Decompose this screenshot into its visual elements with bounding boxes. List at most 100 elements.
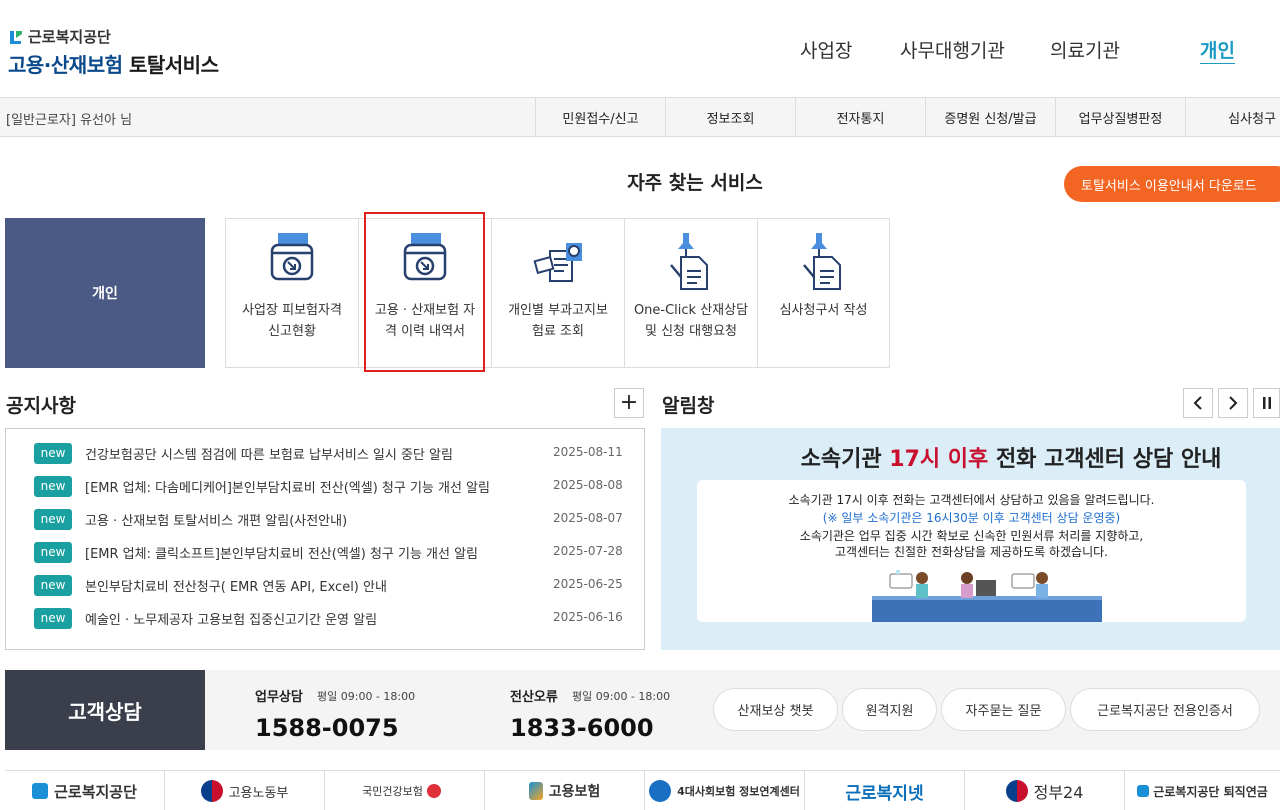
alarm-next-button[interactable] <box>1218 388 1248 418</box>
submenu-appeal[interactable]: 심사청구 <box>1185 98 1280 136</box>
user-info: [일반근로자] 유선아 님 <box>6 109 132 128</box>
alarm-line-note: (※ 일부 소속기관은 16시30분 이후 고객센터 상담 운영중) <box>822 511 1121 525</box>
document-pin-icon <box>794 229 854 293</box>
logo-employment-insurance[interactable]: 고용보험 <box>485 771 645 810</box>
notices-more-button[interactable]: + <box>614 388 644 418</box>
taegeuk-icon <box>1005 780 1028 802</box>
notice-list: new 건강보험공단 시스템 점검에 따른 보험료 납부서비스 일시 중단 알림… <box>5 428 645 650</box>
service-card-eligibility-history[interactable]: 고용 · 산재보험 자 격 이력 내역서 <box>358 218 492 368</box>
notice-date: 2025-07-28 <box>553 544 623 558</box>
ei-mark-icon <box>528 782 543 800</box>
alarm-pause-button[interactable] <box>1253 388 1280 418</box>
new-badge: new <box>34 608 72 629</box>
service-category-personal[interactable]: 개인 <box>5 218 205 368</box>
it-error-phone[interactable]: 1833-6000 <box>510 714 654 742</box>
notice-date: 2025-06-16 <box>553 610 623 624</box>
service-card-premium-lookup[interactable]: 개인별 부과고지보 험료 조회 <box>491 218 625 368</box>
logo-kcomwel-text: 근로복지공단 <box>54 782 137 801</box>
work-consult-hours: 평일 09:00 - 18:00 <box>317 690 416 703</box>
pause-icon <box>1262 397 1271 409</box>
service-label-line2: 험료 조회 <box>532 324 584 339</box>
work-consult-label: 업무상담 <box>255 690 303 705</box>
service-label-line1: 개인별 부과고지보 <box>508 303 608 318</box>
nav-medical[interactable]: 의료기관 <box>1050 36 1120 63</box>
logo-welfare-net[interactable]: 근로복지넷 <box>805 771 965 810</box>
logo-nhis[interactable]: 국민건강보험 <box>325 771 485 810</box>
notice-text[interactable]: 고용 · 산재보험 토탈서비스 개편 알림(사전안내) <box>85 510 347 529</box>
logo-moel[interactable]: 고용노동부 <box>165 771 325 810</box>
notice-date: 2025-08-11 <box>553 445 623 459</box>
service-label-line1: 사업장 피보험자격 <box>242 303 342 318</box>
it-error-label: 전산오류 <box>510 690 558 705</box>
alarm-line: 소속기관은 업무 집중 시간 확보로 신속한 민원서류 처리를 지향하고, <box>799 529 1144 543</box>
it-error-hours: 평일 09:00 - 18:00 <box>572 690 671 703</box>
taegeuk-icon <box>200 780 223 802</box>
alarm-banner[interactable]: 소속기관 17시 이후 전화 고객센터 상담 안내 소속기관 17시 이후 전화… <box>661 428 1280 650</box>
alarm-prev-button[interactable] <box>1183 388 1213 418</box>
header: 근로복지공단 고용·산재보험 토탈서비스 사업장 사무대행기관 의료기관 개인 <box>0 0 1280 97</box>
certificate-button[interactable]: 근로복지공단 전용인증서 <box>1070 688 1260 731</box>
notice-item[interactable]: new 본인부담치료비 전산청구( EMR 연동 API, Excel) 안내 … <box>6 570 646 603</box>
notice-text[interactable]: [EMR 업체: 클릭소프트]본인부담치료비 전산(엑셀) 청구 기능 개선 알… <box>85 543 478 562</box>
logo-pension[interactable]: 근로복지공단 퇴직연금 <box>1125 771 1280 810</box>
logo-welfare-net-text: 근로복지넷 <box>845 783 924 804</box>
nav-workplace[interactable]: 사업장 <box>800 36 852 63</box>
submenu-info-lookup[interactable]: 정보조회 <box>665 98 795 136</box>
work-consult-phone[interactable]: 1588-0075 <box>255 714 399 742</box>
submenu-civil-petition[interactable]: 민원접수/신고 <box>535 98 665 136</box>
call-center-illustration <box>872 570 1102 622</box>
customer-support-panel: 업무상담 평일 09:00 - 18:00 1588-0075 전산오류 평일 … <box>205 670 1280 750</box>
service-label-line2: 신고현황 <box>268 324 316 339</box>
logo-4insure-text: 4대사회보험 정보연계센터 <box>677 785 800 798</box>
faq-button[interactable]: 자주묻는 질문 <box>941 688 1066 731</box>
alarm-headline-pre: 소속기관 <box>800 447 890 472</box>
service-label-line1: 심사청구서 작성 <box>779 303 868 318</box>
notice-item[interactable]: new [EMR 업체: 클릭소프트]본인부담치료비 전산(엑셀) 청구 기능 … <box>6 537 646 570</box>
logo-moel-text: 고용노동부 <box>228 785 289 801</box>
notice-item[interactable]: new 건강보험공단 시스템 점검에 따른 보험료 납부서비스 일시 중단 알림… <box>6 438 646 471</box>
notice-text[interactable]: 예술인 · 노무제공자 고용보험 집중신고기간 운영 알림 <box>85 609 377 628</box>
notice-text[interactable]: [EMR 업체: 다솜메디케어]본인부담치료비 전산(엑셀) 청구 기능 개선 … <box>85 477 490 496</box>
alarm-headline: 소속기관 17시 이후 전화 고객센터 상담 안내 <box>661 441 1280 473</box>
submenu-certificate[interactable]: 증명원 신청/발급 <box>925 98 1055 136</box>
notice-item[interactable]: new 고용 · 산재보험 토탈서비스 개편 알림(사전안내) 2025-08-… <box>6 504 646 537</box>
service-card-appeal-form[interactable]: 심사청구서 작성 <box>757 218 890 368</box>
notices-title: 공지사항 <box>6 395 76 417</box>
remote-support-button[interactable]: 원격지원 <box>842 688 937 731</box>
partner-logos: 근로복지공단 고용노동부 국민건강보험 고용보험 4대사회보험 정보연계센터 근… <box>5 770 1280 810</box>
submenu-e-notice[interactable]: 전자통지 <box>795 98 925 136</box>
notice-text[interactable]: 본인부담치료비 전산청구( EMR 연동 API, Excel) 안내 <box>85 576 387 595</box>
inbox-download-icon <box>262 229 322 293</box>
alarm-headline-highlight: 17시 이후 <box>889 447 989 472</box>
guide-download-button[interactable]: 토탈서비스 이용안내서 다운로드 <box>1064 166 1280 202</box>
alarm-card: 소속기관 17시 이후 전화는 고객센터에서 상담하고 있음을 알려드립니다. … <box>697 480 1246 622</box>
chevron-left-icon <box>1193 396 1202 410</box>
logo-kcomwel[interactable]: 근로복지공단 <box>5 771 165 810</box>
service-label-line2: 격 이력 내역서 <box>384 324 466 339</box>
alarm-headline-post: 전화 고객센터 상담 안내 <box>988 447 1222 472</box>
nav-personal[interactable]: 개인 <box>1200 36 1235 63</box>
user-name: 유선아 <box>80 113 116 128</box>
service-label-line2: 및 신청 대행요청 <box>645 324 737 339</box>
logo-ei-text: 고용보험 <box>548 784 601 800</box>
service-card-one-click[interactable]: One-Click 산재상담 및 신청 대행요청 <box>624 218 758 368</box>
notice-date: 2025-08-08 <box>553 478 623 492</box>
4insure-mark-icon <box>649 780 672 802</box>
logo-gov24[interactable]: 정부24 <box>965 771 1125 810</box>
notice-item[interactable]: new 예술인 · 노무제공자 고용보험 집중신고기간 운영 알림 2025-0… <box>6 603 646 636</box>
service-card-insured-status[interactable]: 사업장 피보험자격 신고현황 <box>225 218 359 368</box>
customer-support-title: 고객상담 <box>5 670 205 750</box>
notice-text[interactable]: 건강보험공단 시스템 점검에 따른 보험료 납부서비스 일시 중단 알림 <box>85 444 453 463</box>
logo-4insure[interactable]: 4대사회보험 정보연계센터 <box>645 771 805 810</box>
chevron-right-icon <box>1229 396 1238 410</box>
new-badge: new <box>34 476 72 497</box>
brand-mark-icon <box>32 783 49 799</box>
submenu-occupational-disease[interactable]: 업무상질병판정 <box>1055 98 1185 136</box>
chatbot-button[interactable]: 산재보상 챗봇 <box>713 688 838 731</box>
service-label-line1: 고용 · 산재보험 자 <box>374 303 476 318</box>
logo-nhis-text: 국민건강보험 <box>362 785 423 798</box>
notice-date: 2025-06-25 <box>553 577 623 591</box>
brand-mark-icon <box>1137 785 1150 797</box>
notice-item[interactable]: new [EMR 업체: 다솜메디케어]본인부담치료비 전산(엑셀) 청구 기능… <box>6 471 646 504</box>
nav-agency[interactable]: 사무대행기관 <box>900 36 1005 63</box>
